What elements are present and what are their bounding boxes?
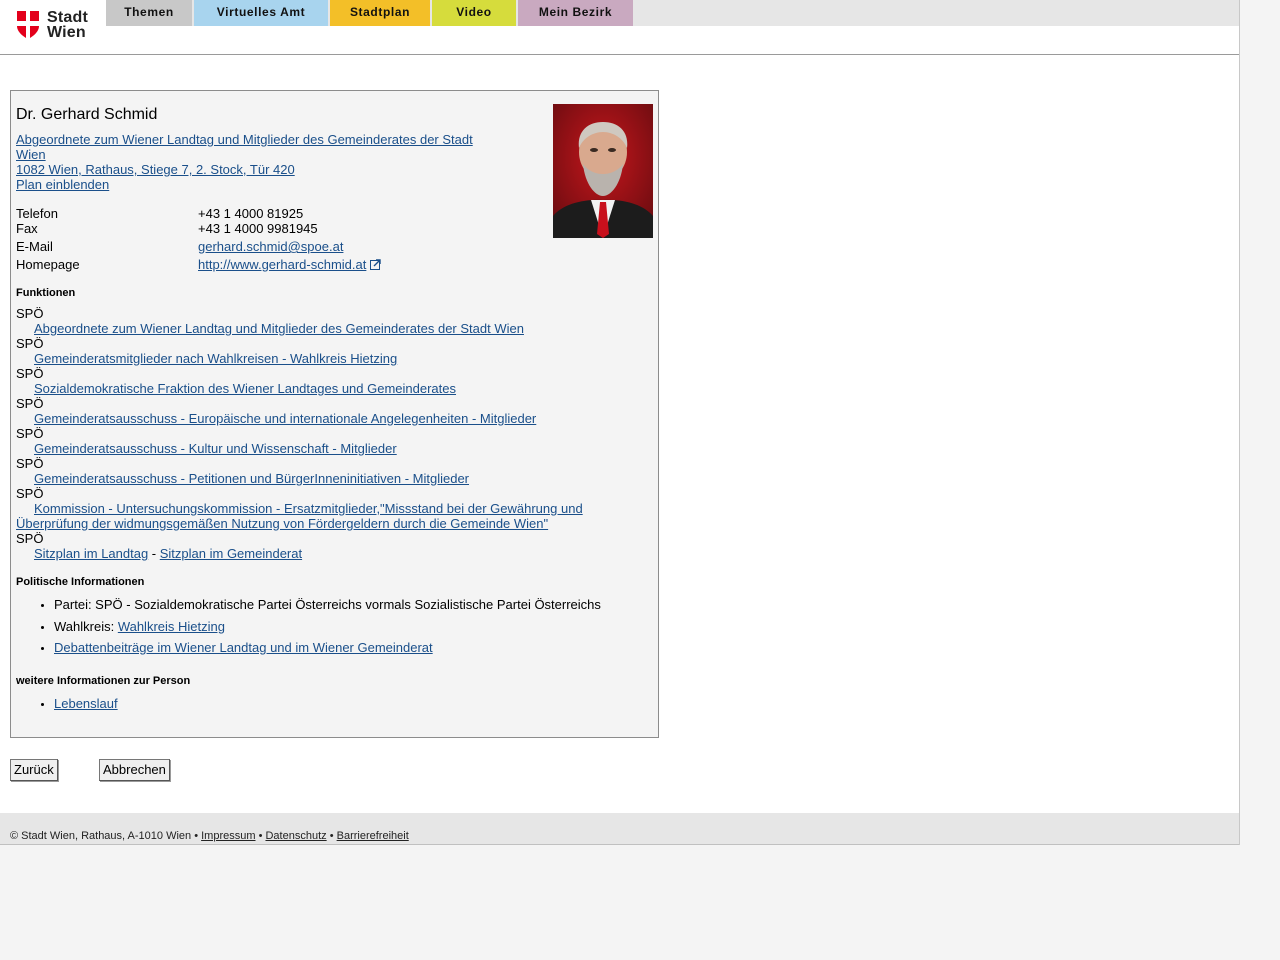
function-party: SPÖ — [16, 426, 44, 441]
function-party: SPÖ — [16, 366, 44, 381]
function-party: SPÖ — [16, 456, 44, 471]
copyright-text: © Stadt Wien, Rathaus, A-1010 Wien • — [10, 830, 202, 842]
plan-toggle-link[interactable]: Plan einblenden — [16, 177, 496, 192]
nav-tab-stadtplan[interactable]: Stadtplan — [330, 0, 430, 26]
function-party: SPÖ — [16, 396, 44, 411]
party-info-item: Partei: SPÖ - Sozialdemokratische Partei… — [54, 597, 601, 612]
address-link[interactable]: 1082 Wien, Rathaus, Stiege 7, 2. Stock, … — [16, 162, 496, 177]
footer-separator: • — [326, 830, 337, 842]
homepage-link[interactable]: http://www.gerhard-schmid.at — [198, 257, 366, 272]
political-heading: Politische Informationen — [16, 576, 145, 588]
person-details-box: Dr. Gerhard Schmid Abgeordnete zum Wiene… — [10, 90, 659, 738]
function-party: SPÖ — [16, 336, 44, 351]
sitzplan-landtag-link[interactable]: Sitzplan im Landtag — [34, 546, 148, 561]
homepage-label: Homepage — [16, 257, 80, 272]
nav-tab-themen[interactable]: Themen — [106, 0, 192, 26]
more-info-heading: weitere Informationen zur Person — [16, 675, 191, 687]
fax-label: Fax — [16, 221, 38, 236]
function-link[interactable]: Gemeinderatsausschuss - Kultur und Wisse… — [16, 441, 616, 456]
function-party: SPÖ — [16, 486, 44, 501]
logo-text: Stadt Wien — [47, 9, 88, 41]
page: Stadt Wien Themen Virtuelles Amt Stadtpl… — [0, 0, 1240, 845]
barrierefreiheit-link[interactable]: Barrierefreiheit — [337, 830, 409, 842]
person-photo — [553, 104, 653, 238]
district-info-item: Wahlkreis: Wahlkreis Hietzing — [54, 619, 225, 634]
nav-tab-mein-bezirk[interactable]: Mein Bezirk — [518, 0, 633, 26]
fax-value: +43 1 4000 9981945 — [198, 221, 318, 236]
email-link[interactable]: gerhard.schmid@spoe.at — [198, 239, 343, 254]
sitzplan-separator: - — [148, 546, 160, 561]
debates-link[interactable]: Debattenbeiträge im Wiener Landtag und i… — [54, 640, 433, 655]
logo-line-2: Wien — [47, 24, 86, 41]
sitzplan-links: Sitzplan im Landtag - Sitzplan im Gemein… — [16, 546, 616, 561]
email-label: E-Mail — [16, 239, 53, 254]
cv-link[interactable]: Lebenslauf — [54, 696, 118, 711]
function-party: SPÖ — [16, 306, 44, 321]
function-link[interactable]: Gemeinderatsausschuss - Petitionen und B… — [16, 471, 616, 486]
cancel-button[interactable]: Abbrechen — [99, 759, 170, 781]
footer-text: © Stadt Wien, Rathaus, A-1010 Wien • Imp… — [10, 830, 409, 842]
phone-value: +43 1 4000 81925 — [198, 206, 304, 221]
wien-shield-icon — [17, 11, 39, 39]
org-link-line-2[interactable]: Wien — [16, 147, 496, 162]
back-button[interactable]: Zurück — [10, 759, 58, 781]
function-party: SPÖ — [16, 531, 44, 546]
impressum-link[interactable]: Impressum — [201, 830, 255, 842]
homepage-value: http://www.gerhard-schmid.at — [198, 257, 382, 272]
site-header: Stadt Wien Themen Virtuelles Amt Stadtpl… — [0, 0, 1239, 55]
function-link[interactable]: Gemeinderatsausschuss - Europäische und … — [16, 411, 616, 426]
nav-tab-video[interactable]: Video — [432, 0, 516, 26]
debates-item: Debattenbeiträge im Wiener Landtag und i… — [54, 640, 433, 655]
datenschutz-link[interactable]: Datenschutz — [265, 830, 326, 842]
stadt-wien-logo[interactable]: Stadt Wien — [16, 10, 96, 42]
nav-tab-virtuelles-amt[interactable]: Virtuelles Amt — [194, 0, 328, 26]
functions-heading: Funktionen — [16, 287, 76, 299]
logo-line-1: Stadt — [47, 9, 88, 26]
person-name: Dr. Gerhard Schmid — [16, 106, 158, 123]
function-link[interactable]: Kommission - Untersuchungskommission - E… — [16, 501, 591, 531]
site-footer: © Stadt Wien, Rathaus, A-1010 Wien • Imp… — [0, 813, 1239, 845]
function-link[interactable]: Gemeinderatsmitglieder nach Wahlkreisen … — [16, 351, 616, 366]
external-link-icon — [370, 259, 382, 270]
functions-list: SPÖ Abgeordnete zum Wiener Landtag und M… — [16, 306, 616, 561]
district-label: Wahlkreis: — [54, 619, 118, 634]
org-link-line-1[interactable]: Abgeordnete zum Wiener Landtag und Mitgl… — [16, 132, 496, 147]
address-block: Abgeordnete zum Wiener Landtag und Mitgl… — [16, 132, 496, 192]
district-link[interactable]: Wahlkreis Hietzing — [118, 619, 225, 634]
footer-separator: • — [255, 830, 266, 842]
function-link[interactable]: Sozialdemokratische Fraktion des Wiener … — [16, 381, 616, 396]
cv-item: Lebenslauf — [54, 696, 118, 711]
function-link[interactable]: Abgeordnete zum Wiener Landtag und Mitgl… — [16, 321, 616, 336]
sitzplan-gemeinderat-link[interactable]: Sitzplan im Gemeinderat — [160, 546, 302, 561]
phone-label: Telefon — [16, 206, 58, 221]
